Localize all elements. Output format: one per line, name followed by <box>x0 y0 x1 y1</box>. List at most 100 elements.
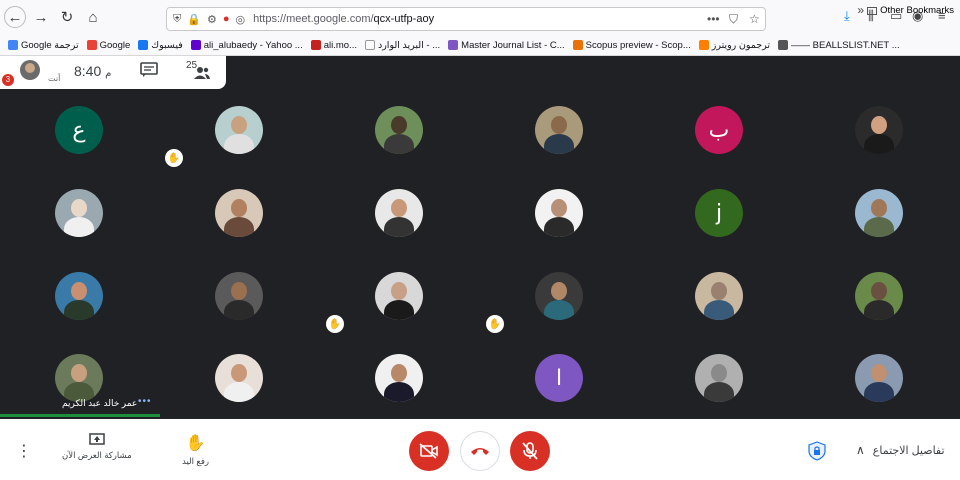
chat-icon[interactable] <box>140 62 158 78</box>
bookmark-item[interactable]: Master Journal List - C... <box>448 40 565 51</box>
bookmark-item[interactable]: ترجمون رويترز <box>698 39 771 51</box>
avatar-head <box>871 199 887 217</box>
participant-photo-avatar[interactable] <box>535 106 583 154</box>
page-actions-icon[interactable]: ••• <box>707 12 720 26</box>
avatar-body <box>224 382 254 402</box>
people-icon[interactable] <box>194 66 210 80</box>
microphone-icon[interactable]: ● <box>223 13 230 25</box>
bookmark-label: ali_alubaedy - Yahoo ... <box>203 39 303 51</box>
bookmark-favicon-icon <box>698 40 709 50</box>
raise-hand-label: رفع اليد <box>182 456 210 466</box>
browser-chrome: ← → ↻ ⌂ ⛨ 🔒 ⚙ ● ◎ https://meet.google.co… <box>0 0 960 56</box>
participant-photo-avatar[interactable] <box>535 272 583 320</box>
avatar-head <box>871 116 887 134</box>
participant-photo-avatar[interactable] <box>375 354 423 402</box>
leave-call-button[interactable] <box>460 431 500 471</box>
participant-photo-avatar[interactable] <box>215 354 263 402</box>
participant-initial-avatar[interactable]: ع <box>55 106 103 154</box>
participant-photo-avatar[interactable] <box>695 354 743 402</box>
avatar-body <box>544 217 574 237</box>
participant-photo-avatar[interactable] <box>55 272 103 320</box>
participant-initial-avatar[interactable]: ا <box>535 354 583 402</box>
avatar-body <box>544 300 574 320</box>
camera-off-icon <box>419 443 438 459</box>
participant-photo-avatar[interactable] <box>215 189 263 237</box>
bookmark-label: —— BEALLSLIST.NET ... <box>791 39 900 51</box>
bookmark-favicon-icon <box>310 40 321 50</box>
avatar-head <box>71 199 87 217</box>
avatar-head <box>871 364 887 382</box>
bookmark-favicon-icon <box>448 40 459 50</box>
participant-photo-avatar[interactable] <box>375 106 423 154</box>
notification-badge: 3 <box>2 74 14 86</box>
participant-photo-avatar[interactable] <box>55 189 103 237</box>
avatar-body <box>704 300 734 320</box>
avatar-head <box>231 282 247 300</box>
avatar-body <box>384 217 414 237</box>
url-text: https://meet.google.com/qcx-utfp-aoy <box>253 13 435 25</box>
participant-photo-avatar[interactable] <box>375 272 423 320</box>
avatar-body <box>384 300 414 320</box>
meeting-details-button[interactable]: ∧ تفاصيل الاجتماع <box>856 443 945 457</box>
bookmark-item[interactable]: Google <box>86 40 130 51</box>
reload-button[interactable]: ↻ <box>56 6 78 28</box>
avatar-body <box>64 217 94 237</box>
bookmark-item[interactable]: فيسبوك <box>138 40 183 51</box>
avatar-head <box>551 199 567 217</box>
bookmark-star-icon[interactable]: ☆ <box>749 12 760 26</box>
participant-photo-avatar[interactable] <box>855 272 903 320</box>
participant-photo-avatar[interactable] <box>215 272 263 320</box>
participant-photo-avatar[interactable] <box>855 189 903 237</box>
bookmark-item[interactable]: ali.mo... <box>310 40 357 51</box>
bookmark-item[interactable]: البريد الوارد - ... <box>364 39 441 51</box>
pocket-icon[interactable]: ⛉ <box>729 12 738 27</box>
camera-toggle-button[interactable] <box>409 431 449 471</box>
bookmark-favicon-icon <box>138 40 149 50</box>
present-screen-icon <box>89 433 105 445</box>
microphone-toggle-button[interactable] <box>510 431 550 471</box>
participant-photo-avatar[interactable] <box>855 106 903 154</box>
self-avatar[interactable] <box>20 60 40 80</box>
bookmark-label: البريد الوارد - ... <box>377 39 441 51</box>
permissions-icon[interactable]: ⚙ <box>207 13 217 26</box>
bookmark-item[interactable]: Scopus preview - Scop... <box>572 40 691 51</box>
present-now-button[interactable]: مشاركة العرض الآن <box>62 433 132 461</box>
participant-photo-avatar[interactable] <box>695 272 743 320</box>
bookmark-item[interactable]: —— BEALLSLIST.NET ... <box>778 40 900 51</box>
bookmark-favicon-icon <box>190 40 201 50</box>
avatar-head <box>711 364 727 382</box>
tile-options-icon[interactable]: ••• <box>138 396 152 407</box>
meet-header: 3 أنت 8:40 م 25 <box>0 56 226 89</box>
shield-icon: ⛨ <box>173 12 182 25</box>
hang-up-icon <box>471 448 489 455</box>
other-bookmarks[interactable]: Other Bookmarks <box>867 5 954 16</box>
participant-photo-avatar[interactable] <box>855 354 903 402</box>
bookmarks-overflow-icon[interactable]: » <box>857 3 864 17</box>
bookmarks-bar: Google ترجمة Google فيسبوك ali_alubaedy - Y… <box>0 34 960 56</box>
more-options-icon[interactable]: ⋮ <box>16 441 32 461</box>
raise-hand-button[interactable]: ✋ رفع اليد <box>182 433 209 467</box>
hand-icon: ✋ <box>185 435 206 452</box>
host-controls-icon[interactable] <box>808 441 826 461</box>
back-button[interactable]: ← <box>4 6 26 28</box>
download-icon[interactable]: ⤓ <box>844 8 850 24</box>
avatar-body <box>64 300 94 320</box>
forward-button[interactable]: → <box>30 6 52 28</box>
bookmark-label: Google ترجمة <box>21 39 79 51</box>
participant-photo-avatar[interactable] <box>375 189 423 237</box>
participant-initial-avatar[interactable]: j <box>695 189 743 237</box>
avatar-head <box>391 364 407 382</box>
bookmark-favicon-icon <box>8 40 18 50</box>
participant-photo-avatar[interactable] <box>215 106 263 154</box>
url-bar[interactable]: ⛨ 🔒 ⚙ ● ◎ https://meet.google.com/qcx-ut… <box>166 7 766 31</box>
bookmark-label: ترجمون رويترز <box>711 39 771 51</box>
bookmark-item[interactable]: Google ترجمة <box>8 40 79 51</box>
participant-photo-avatar[interactable] <box>535 189 583 237</box>
active-speaker-name: عمر خالد عبد الكريم <box>62 398 138 408</box>
participant-photo-avatar[interactable] <box>55 354 103 402</box>
home-button[interactable]: ⌂ <box>82 6 104 28</box>
avatar-head <box>71 364 87 382</box>
camera-icon[interactable]: ◎ <box>235 13 245 26</box>
bookmark-item[interactable]: ali_alubaedy - Yahoo ... <box>190 39 303 51</box>
participant-initial-avatar[interactable]: ب <box>695 106 743 154</box>
